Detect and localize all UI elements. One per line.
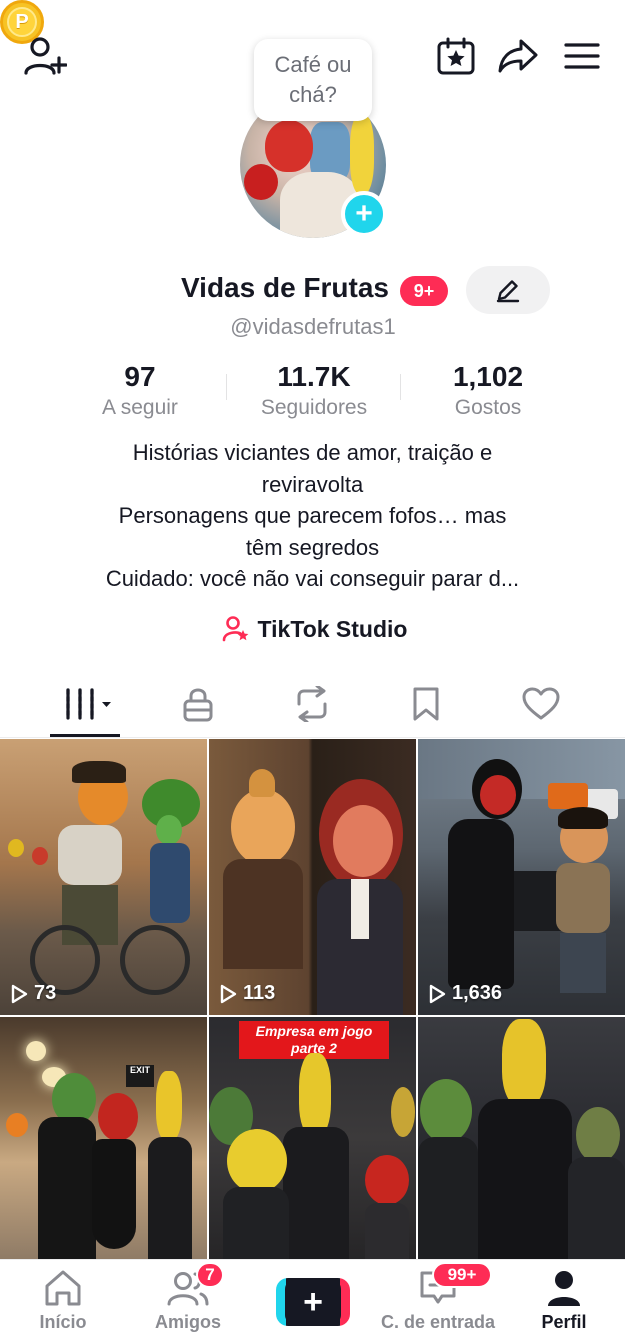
profile-stats: 97 A seguir 11.7K Seguidores 1,102 Gosto… (0, 360, 625, 424)
studio-label: TikTok Studio (257, 615, 408, 642)
nav-profile-label: Perfil (541, 1312, 587, 1332)
content-tabs (0, 676, 625, 738)
video-views: 113 (219, 982, 275, 1005)
heart-icon (522, 687, 560, 720)
nav-profile[interactable]: Perfil (504, 1268, 624, 1333)
profile-bio[interactable]: Histórias viciantes de amor, traição e r… (40, 437, 585, 595)
video-views-count: 113 (243, 982, 276, 1004)
video-tile[interactable]: 1,636 (418, 739, 625, 1015)
nav-home[interactable]: Início (3, 1268, 123, 1333)
repost-icon (297, 686, 327, 722)
inbox-badge: 99+ (432, 1262, 492, 1288)
tab-liked[interactable] (511, 684, 571, 724)
stat-followers[interactable]: 11.7K Seguidores (224, 360, 404, 422)
nav-friends[interactable]: 7 Amigos (128, 1262, 248, 1333)
video-views: 1,636 (428, 982, 502, 1005)
top-bar: P Café ou chá? (0, 0, 625, 121)
stat-label: A seguir (102, 396, 178, 419)
calendar-star-icon[interactable] (436, 36, 476, 76)
nav-friends-label: Amigos (154, 1312, 221, 1332)
stat-following[interactable]: 97 A seguir (50, 360, 230, 422)
bio-line: reviravolta (261, 471, 364, 497)
pencil-icon (496, 280, 520, 303)
bottom-navigation: Início 7 Amigos + 99+ C. de entrada Perf… (0, 1259, 625, 1344)
play-icon (220, 984, 237, 1003)
name-notification-badge[interactable]: 9+ (400, 276, 448, 306)
stat-likes[interactable]: 1,102 Gostos (398, 360, 578, 422)
play-icon (11, 984, 28, 1003)
studio-person-star-icon (222, 616, 248, 642)
note-bubble[interactable]: Café ou chá? (254, 39, 372, 121)
bio-line: Cuidado: você não vai conseguir parar d.… (105, 566, 520, 591)
stat-value: 11.7K (277, 361, 351, 392)
video-views-count: 1,636 (452, 982, 503, 1004)
username: @vidasdefrutas1 (230, 314, 396, 339)
stat-value: 1,102 (452, 361, 524, 392)
tabs-divider (0, 737, 625, 738)
video-views-count: 73 (34, 982, 57, 1004)
nav-inbox-label: C. de entrada (380, 1312, 496, 1332)
play-icon (429, 984, 446, 1003)
stat-label: Seguidores (260, 396, 368, 419)
create-button[interactable]: + (276, 1278, 350, 1326)
edit-profile-button[interactable] (466, 266, 550, 314)
add-avatar-plus-icon[interactable]: + (341, 191, 387, 237)
bio-line: têm segredos (245, 534, 380, 560)
profile-icon (548, 1271, 580, 1306)
lock-icon (183, 688, 213, 722)
hamburger-menu-icon[interactable] (562, 38, 602, 74)
video-grid: 73 113 1,636 EXIT Empresa em jogo parte … (0, 739, 625, 1259)
home-icon (45, 1270, 81, 1306)
tab-private[interactable] (168, 684, 228, 724)
video-tile[interactable]: EXIT (0, 1017, 207, 1259)
video-tile[interactable] (418, 1017, 625, 1259)
nav-home-label: Início (39, 1312, 87, 1332)
bookmark-icon (413, 687, 439, 721)
video-views: 73 (10, 982, 56, 1005)
tab-favorites[interactable] (396, 684, 456, 724)
tab-reposts[interactable] (282, 684, 342, 724)
video-tile[interactable]: 113 (209, 739, 416, 1015)
share-arrow-icon[interactable] (496, 36, 540, 76)
coin-letter: P (7, 7, 37, 37)
display-name: Vidas de Frutas (181, 272, 390, 303)
add-friend-icon[interactable] (22, 35, 68, 77)
bio-line: Personagens que parecem fofos… mas (118, 503, 507, 528)
tab-videos-grid[interactable] (56, 684, 116, 724)
grid-bars-icon (66, 688, 111, 720)
name-row: Vidas de Frutas 9+ (0, 266, 625, 314)
video-tile[interactable]: Empresa em jogo parte 2 (209, 1017, 416, 1259)
bio-line: Histórias viciantes de amor, traição e (132, 440, 493, 465)
nav-inbox[interactable]: 99+ C. de entrada (378, 1262, 498, 1333)
plus-icon: + (285, 1280, 341, 1324)
video-tile[interactable]: 73 (0, 739, 207, 1015)
tiktok-studio-link[interactable]: TikTok Studio (0, 615, 625, 643)
friends-badge: 7 (196, 1262, 224, 1288)
stat-label: Gostos (454, 396, 522, 419)
stat-value: 97 (124, 361, 156, 392)
